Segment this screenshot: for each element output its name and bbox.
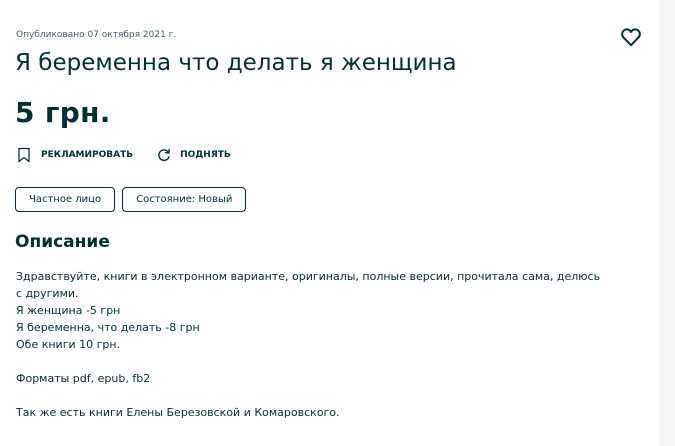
listing-tags: Частное лицо Состояние: Новый (15, 187, 253, 212)
tag-condition[interactable]: Состояние: Новый (122, 187, 247, 212)
promote-button[interactable]: РЕКЛАМИРОВАТЬ (16, 147, 133, 163)
published-date: Опубликовано 07 октября 2021 г. (16, 30, 177, 40)
listing-title: Я беременна что делать я женщина (15, 50, 457, 76)
description-line: Так же есть книги Елены Березовской и Ко… (16, 406, 340, 419)
raise-label: ПОДНЯТЬ (180, 150, 231, 160)
description-line: Я женщина -5 грн (16, 304, 121, 317)
bookmark-icon (18, 147, 30, 163)
listing-price: 5 грн. (15, 96, 111, 129)
description-line: Форматы pdf, epub, fb2 (16, 372, 151, 385)
description-text: Здравствуйте, книги в электронном вариан… (16, 268, 646, 421)
description-line: с другими. (16, 287, 79, 300)
favorite-button[interactable] (619, 25, 643, 49)
listing-card: Опубликовано 07 октября 2021 г. Я береме… (0, 0, 659, 446)
heart-icon (621, 28, 641, 47)
refresh-icon (158, 148, 171, 161)
description-line: Обе книги 10 грн. (16, 338, 121, 351)
description-line: Здравствуйте, книги в электронном вариан… (16, 270, 601, 283)
promote-label: РЕКЛАМИРОВАТЬ (41, 150, 134, 160)
description-heading: Описание (15, 232, 110, 252)
description-line: Я беременна, что делать -8 грн (16, 321, 200, 334)
raise-button[interactable]: ПОДНЯТЬ (157, 148, 231, 162)
listing-actions: РЕКЛАМИРОВАТЬ ПОДНЯТЬ (16, 147, 231, 163)
tag-seller-type[interactable]: Частное лицо (15, 187, 116, 212)
